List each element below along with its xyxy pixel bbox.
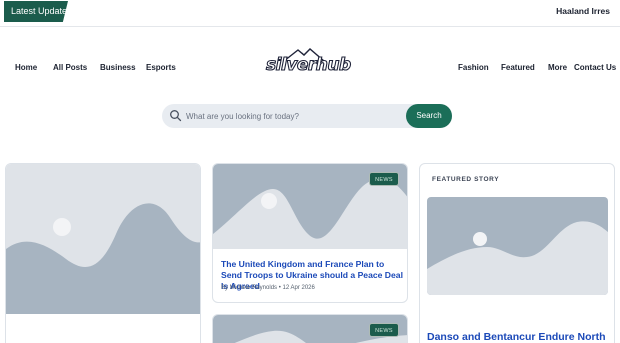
- nav-business[interactable]: Business: [100, 63, 136, 72]
- nav-fashion[interactable]: Fashion: [458, 63, 489, 72]
- search-bar: Search: [162, 104, 452, 128]
- nav-home[interactable]: Home: [15, 63, 37, 72]
- top-bar: Latest Update Haaland Irres: [0, 0, 620, 27]
- nav-esports[interactable]: Esports: [146, 63, 176, 72]
- search-button[interactable]: Search: [406, 104, 452, 128]
- hero-post-card[interactable]: [5, 163, 201, 343]
- nav-all-posts[interactable]: All Posts: [53, 63, 87, 72]
- category-badge[interactable]: NEWS: [369, 323, 399, 337]
- post-meta: By Michele Reynolds • 12 Apr 2026: [221, 285, 315, 291]
- post-author[interactable]: By Michele Reynolds: [221, 285, 277, 291]
- featured-story-panel: FEATURED STORY Danso and Bentancur Endur…: [419, 163, 615, 343]
- logo-text: silverhub: [265, 54, 351, 75]
- news-post-card[interactable]: NEWS The United Kingdom and France Plan …: [212, 163, 408, 303]
- site-logo[interactable]: silverhub: [265, 47, 354, 77]
- nav-more[interactable]: More: [548, 63, 567, 72]
- image-placeholder: [6, 164, 200, 314]
- search-icon: [170, 110, 182, 122]
- nav-contact-us[interactable]: Contact Us: [574, 63, 616, 72]
- image-placeholder[interactable]: [427, 197, 608, 295]
- post-date: 12 Apr 2026: [282, 285, 315, 291]
- search-input[interactable]: [186, 108, 396, 124]
- news-ticker[interactable]: Haaland Irres: [556, 6, 610, 16]
- featured-story-label: FEATURED STORY: [432, 176, 500, 183]
- featured-story-title[interactable]: Danso and Bentancur Endure North: [427, 331, 606, 343]
- latest-update-label: Latest Update: [4, 1, 68, 22]
- nav-featured[interactable]: Featured: [501, 63, 535, 72]
- news-post-card[interactable]: NEWS: [212, 314, 408, 343]
- category-badge[interactable]: NEWS: [369, 172, 399, 186]
